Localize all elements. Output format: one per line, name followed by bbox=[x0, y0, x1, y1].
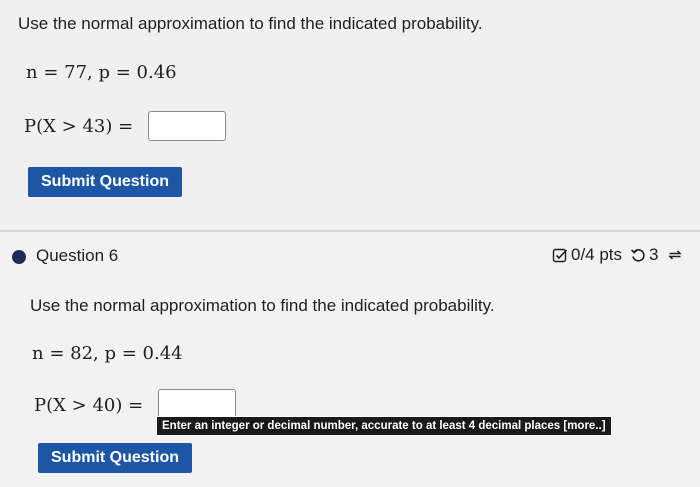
points-score: 0/4 pts bbox=[571, 245, 623, 264]
retry-icon[interactable] bbox=[630, 247, 646, 263]
regenerate-icon[interactable] bbox=[667, 247, 683, 263]
checkbox-edit-icon bbox=[552, 248, 568, 263]
question-status-dot bbox=[12, 250, 26, 264]
question-6-probability-expression: P(X > 40) = bbox=[34, 395, 144, 416]
question-6-answer-input[interactable] bbox=[158, 389, 236, 419]
points-status: 0/4 pts 3 bbox=[552, 245, 686, 265]
attempts-count: 3 bbox=[649, 245, 659, 264]
question-6-title: Question 6 bbox=[36, 246, 119, 265]
answer-format-tooltip: Enter an integer or decimal number, accu… bbox=[156, 416, 612, 436]
question-6-prompt: Use the normal approximation to find the… bbox=[30, 296, 495, 315]
question-5-prompt: Use the normal approximation to find the… bbox=[18, 14, 483, 33]
question-6-params: n = 82, p = 0.44 bbox=[32, 343, 183, 364]
question-5-probability-expression: P(X > 43) = bbox=[24, 116, 134, 137]
question-5-submit-button[interactable]: Submit Question bbox=[28, 167, 182, 197]
question-6-submit-button[interactable]: Submit Question bbox=[38, 443, 192, 473]
question-5-answer-input[interactable] bbox=[148, 111, 226, 141]
question-5-params: n = 77, p = 0.46 bbox=[26, 62, 177, 83]
